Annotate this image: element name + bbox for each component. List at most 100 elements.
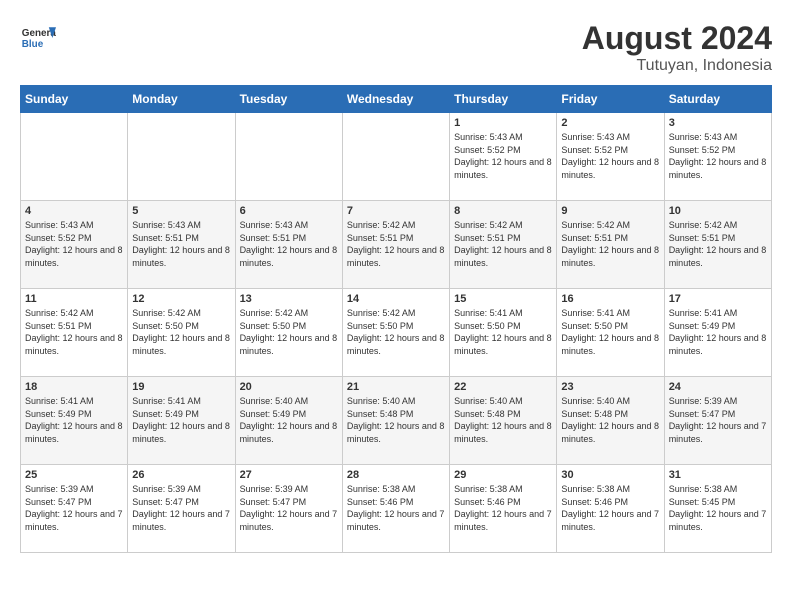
day-number: 31 <box>669 469 767 481</box>
col-wednesday: Wednesday <box>342 86 449 113</box>
day-info: Sunrise: 5:38 AM Sunset: 5:46 PM Dayligh… <box>454 483 552 533</box>
day-number: 29 <box>454 469 552 481</box>
col-saturday: Saturday <box>664 86 771 113</box>
day-info: Sunrise: 5:43 AM Sunset: 5:52 PM Dayligh… <box>25 219 123 269</box>
day-number: 25 <box>25 469 123 481</box>
day-cell <box>128 113 235 201</box>
day-number: 17 <box>669 293 767 305</box>
day-cell: 8 Sunrise: 5:42 AM Sunset: 5:51 PM Daylig… <box>450 201 557 289</box>
day-info: Sunrise: 5:43 AM Sunset: 5:51 PM Dayligh… <box>240 219 338 269</box>
day-number: 22 <box>454 381 552 393</box>
day-info: Sunrise: 5:41 AM Sunset: 5:49 PM Dayligh… <box>669 307 767 357</box>
day-cell: 1 Sunrise: 5:43 AM Sunset: 5:52 PM Daylig… <box>450 113 557 201</box>
day-info: Sunrise: 5:42 AM Sunset: 5:50 PM Dayligh… <box>240 307 338 357</box>
svg-text:Blue: Blue <box>22 39 44 50</box>
day-cell <box>235 113 342 201</box>
day-info: Sunrise: 5:42 AM Sunset: 5:51 PM Dayligh… <box>561 219 659 269</box>
day-info: Sunrise: 5:43 AM Sunset: 5:52 PM Dayligh… <box>454 131 552 181</box>
day-cell: 18Sunrise: 5:41 AM Sunset: 5:49 PM Dayli… <box>21 377 128 465</box>
day-number: 24 <box>669 381 767 393</box>
day-cell: 4Sunrise: 5:43 AM Sunset: 5:52 PM Daylig… <box>21 201 128 289</box>
day-info: Sunrise: 5:38 AM Sunset: 5:46 PM Dayligh… <box>561 483 659 533</box>
day-info: Sunrise: 5:42 AM Sunset: 5:51 PM Dayligh… <box>25 307 123 357</box>
day-cell: 9 Sunrise: 5:42 AM Sunset: 5:51 PM Daylig… <box>557 201 664 289</box>
day-number: 9 <box>561 205 659 217</box>
day-info: Sunrise: 5:43 AM Sunset: 5:52 PM Dayligh… <box>561 131 659 181</box>
day-number: 27 <box>240 469 338 481</box>
logo-icon: General Blue <box>20 20 56 56</box>
day-info: Sunrise: 5:42 AM Sunset: 5:51 PM Dayligh… <box>669 219 767 269</box>
header-row: Sunday Monday Tuesday Wednesday Thursday… <box>21 86 772 113</box>
day-cell: 5 Sunrise: 5:43 AM Sunset: 5:51 PM Daylig… <box>128 201 235 289</box>
day-cell: 24 Sunrise: 5:39 AM Sunset: 5:47 PM Dayli… <box>664 377 771 465</box>
day-number: 20 <box>240 381 338 393</box>
day-number: 1 <box>454 117 552 129</box>
day-info: Sunrise: 5:42 AM Sunset: 5:50 PM Dayligh… <box>347 307 445 357</box>
day-info: Sunrise: 5:38 AM Sunset: 5:45 PM Dayligh… <box>669 483 767 533</box>
day-info: Sunrise: 5:39 AM Sunset: 5:47 PM Dayligh… <box>132 483 230 533</box>
col-sunday: Sunday <box>21 86 128 113</box>
day-info: Sunrise: 5:40 AM Sunset: 5:49 PM Dayligh… <box>240 395 338 445</box>
day-cell: 20 Sunrise: 5:40 AM Sunset: 5:49 PM Dayli… <box>235 377 342 465</box>
day-info: Sunrise: 5:40 AM Sunset: 5:48 PM Dayligh… <box>454 395 552 445</box>
day-cell: 15 Sunrise: 5:41 AM Sunset: 5:50 PM Dayli… <box>450 289 557 377</box>
day-cell: 7 Sunrise: 5:42 AM Sunset: 5:51 PM Daylig… <box>342 201 449 289</box>
day-number: 10 <box>669 205 767 217</box>
day-number: 2 <box>561 117 659 129</box>
day-cell: 3 Sunrise: 5:43 AM Sunset: 5:52 PM Daylig… <box>664 113 771 201</box>
calendar-body: 1 Sunrise: 5:43 AM Sunset: 5:52 PM Daylig… <box>21 113 772 553</box>
calendar-header: Sunday Monday Tuesday Wednesday Thursday… <box>21 86 772 113</box>
logo: General Blue <box>20 20 56 56</box>
day-cell: 22 Sunrise: 5:40 AM Sunset: 5:48 PM Dayli… <box>450 377 557 465</box>
day-cell: 25 Sunrise: 5:39 AM Sunset: 5:47 PM Dayli… <box>21 465 128 553</box>
day-number: 5 <box>132 205 230 217</box>
day-cell: 21 Sunrise: 5:40 AM Sunset: 5:48 PM Dayli… <box>342 377 449 465</box>
day-info: Sunrise: 5:43 AM Sunset: 5:52 PM Dayligh… <box>669 131 767 181</box>
page-header: General Blue August 2024 Tutuyan, Indone… <box>20 20 772 75</box>
day-info: Sunrise: 5:41 AM Sunset: 5:50 PM Dayligh… <box>561 307 659 357</box>
day-info: Sunrise: 5:42 AM Sunset: 5:51 PM Dayligh… <box>347 219 445 269</box>
day-number: 3 <box>669 117 767 129</box>
day-cell: 10 Sunrise: 5:42 AM Sunset: 5:51 PM Dayli… <box>664 201 771 289</box>
day-cell: 29 Sunrise: 5:38 AM Sunset: 5:46 PM Dayli… <box>450 465 557 553</box>
col-thursday: Thursday <box>450 86 557 113</box>
location: Tutuyan, Indonesia <box>582 57 772 75</box>
day-number: 30 <box>561 469 659 481</box>
day-cell: 6Sunrise: 5:43 AM Sunset: 5:51 PM Daylig… <box>235 201 342 289</box>
day-cell: 27 Sunrise: 5:39 AM Sunset: 5:47 PM Dayli… <box>235 465 342 553</box>
day-cell: 26 Sunrise: 5:39 AM Sunset: 5:47 PM Dayli… <box>128 465 235 553</box>
day-number: 14 <box>347 293 445 305</box>
day-cell: 14 Sunrise: 5:42 AM Sunset: 5:50 PM Dayli… <box>342 289 449 377</box>
day-info: Sunrise: 5:41 AM Sunset: 5:50 PM Dayligh… <box>454 307 552 357</box>
day-info: Sunrise: 5:40 AM Sunset: 5:48 PM Dayligh… <box>347 395 445 445</box>
day-number: 7 <box>347 205 445 217</box>
day-info: Sunrise: 5:42 AM Sunset: 5:51 PM Dayligh… <box>454 219 552 269</box>
title-block: August 2024 Tutuyan, Indonesia <box>582 20 772 75</box>
day-number: 15 <box>454 293 552 305</box>
day-info: Sunrise: 5:39 AM Sunset: 5:47 PM Dayligh… <box>669 395 767 445</box>
week-row-4: 18Sunrise: 5:41 AM Sunset: 5:49 PM Dayli… <box>21 377 772 465</box>
calendar-table: Sunday Monday Tuesday Wednesday Thursday… <box>20 85 772 553</box>
day-info: Sunrise: 5:40 AM Sunset: 5:48 PM Dayligh… <box>561 395 659 445</box>
day-cell: 31 Sunrise: 5:38 AM Sunset: 5:45 PM Dayli… <box>664 465 771 553</box>
day-cell: 2 Sunrise: 5:43 AM Sunset: 5:52 PM Daylig… <box>557 113 664 201</box>
col-friday: Friday <box>557 86 664 113</box>
day-cell <box>21 113 128 201</box>
day-info: Sunrise: 5:39 AM Sunset: 5:47 PM Dayligh… <box>240 483 338 533</box>
day-info: Sunrise: 5:39 AM Sunset: 5:47 PM Dayligh… <box>25 483 123 533</box>
day-info: Sunrise: 5:43 AM Sunset: 5:51 PM Dayligh… <box>132 219 230 269</box>
day-number: 16 <box>561 293 659 305</box>
day-cell: 23 Sunrise: 5:40 AM Sunset: 5:48 PM Dayli… <box>557 377 664 465</box>
day-number: 13 <box>240 293 338 305</box>
day-number: 8 <box>454 205 552 217</box>
day-number: 19 <box>132 381 230 393</box>
day-info: Sunrise: 5:41 AM Sunset: 5:49 PM Dayligh… <box>132 395 230 445</box>
day-number: 26 <box>132 469 230 481</box>
day-number: 23 <box>561 381 659 393</box>
day-number: 21 <box>347 381 445 393</box>
day-cell: 19 Sunrise: 5:41 AM Sunset: 5:49 PM Dayli… <box>128 377 235 465</box>
col-tuesday: Tuesday <box>235 86 342 113</box>
day-cell: 30 Sunrise: 5:38 AM Sunset: 5:46 PM Dayli… <box>557 465 664 553</box>
week-row-1: 1 Sunrise: 5:43 AM Sunset: 5:52 PM Daylig… <box>21 113 772 201</box>
col-monday: Monday <box>128 86 235 113</box>
